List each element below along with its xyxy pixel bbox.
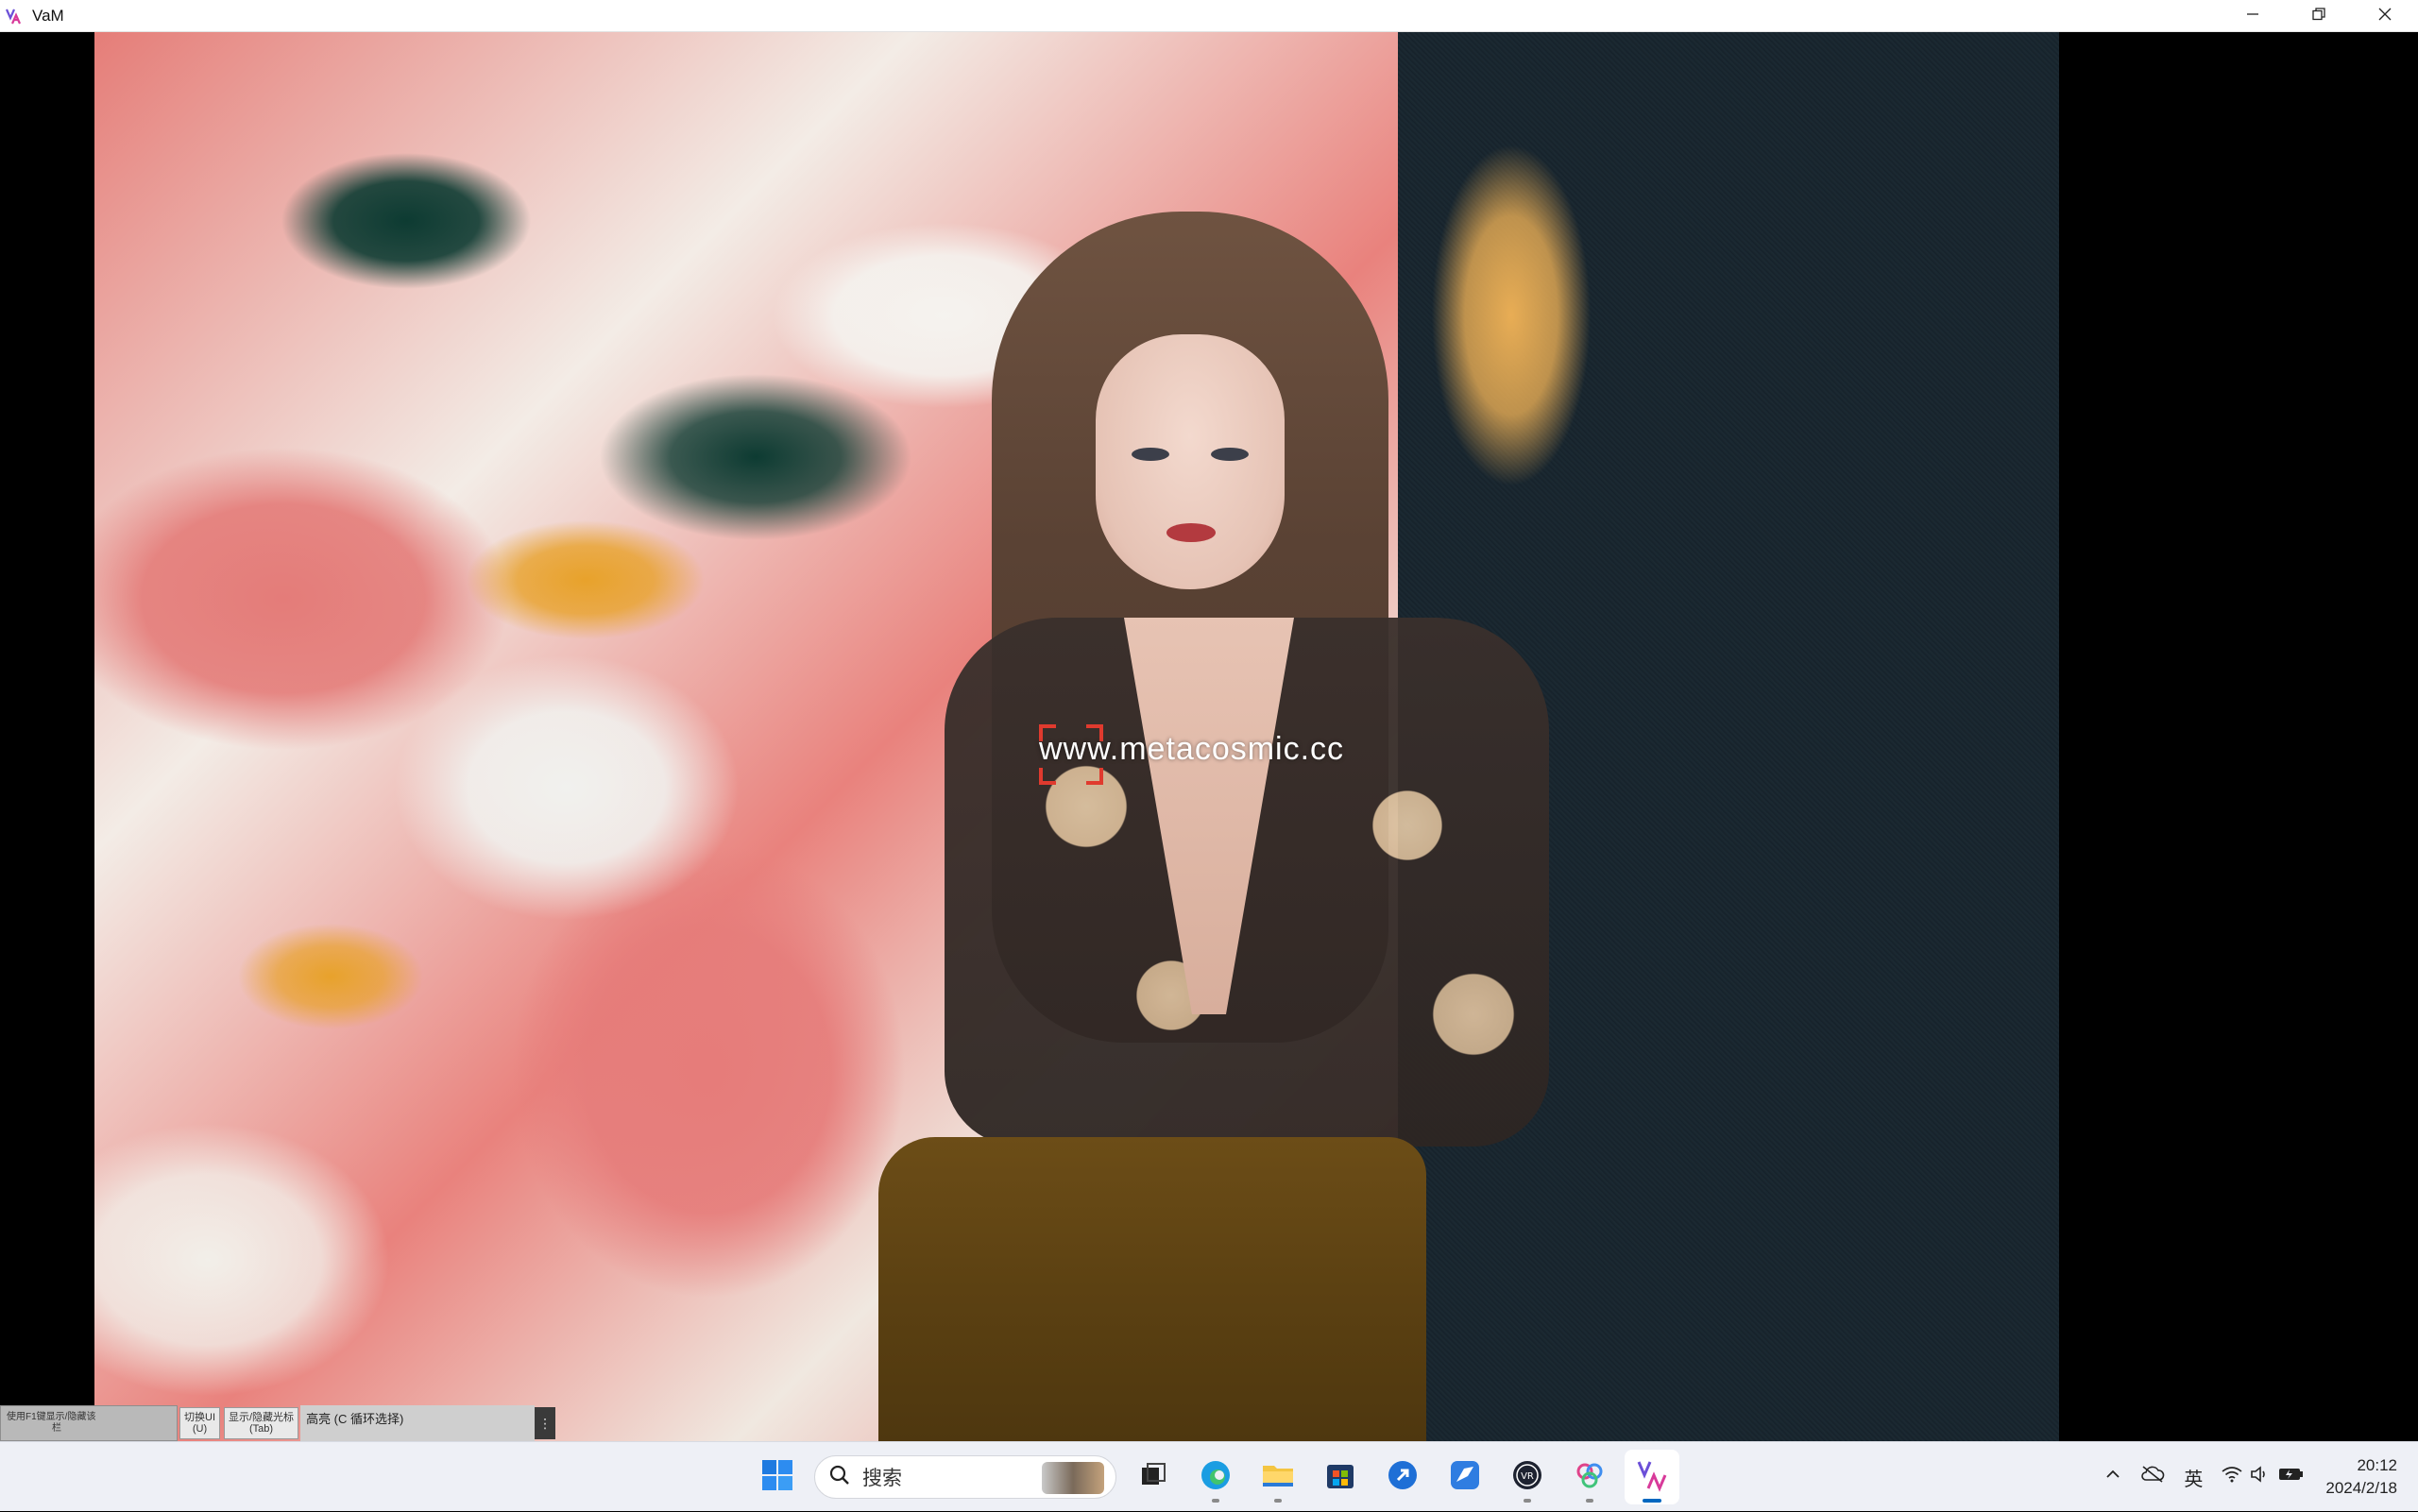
- clock-date: 2024/2/18: [2325, 1479, 2397, 1497]
- vr-app-button[interactable]: VR: [1500, 1450, 1555, 1504]
- more-options-button[interactable]: ⋮: [535, 1407, 556, 1439]
- task-view-button[interactable]: [1126, 1450, 1181, 1504]
- restore-icon: [2312, 7, 2325, 25]
- search-icon: [828, 1464, 851, 1491]
- wifi-icon: [2222, 1466, 2242, 1488]
- watermark-text: www.metacosmic.cc: [1039, 731, 1345, 767]
- toggle-ui-label: 切换UI: [184, 1412, 215, 1423]
- rings-app-icon: [1573, 1458, 1607, 1497]
- system-tray: 英 20:12 2024/2/18: [2095, 1442, 2418, 1512]
- running-indicator: [1524, 1499, 1531, 1503]
- folder-icon: [1261, 1460, 1295, 1495]
- running-indicator: [1212, 1499, 1219, 1503]
- task-view-icon: [1139, 1461, 1167, 1494]
- search-placeholder: 搜索: [862, 1468, 902, 1489]
- minimize-button[interactable]: [2220, 0, 2286, 32]
- store-icon: [1324, 1459, 1356, 1496]
- running-indicator: [1274, 1499, 1282, 1503]
- hint-main-line2: 栏: [52, 1423, 61, 1434]
- clock[interactable]: 20:12 2024/2/18: [2314, 1442, 2418, 1512]
- close-icon: [2378, 8, 2392, 25]
- taskbar-search[interactable]: 搜索: [814, 1455, 1116, 1499]
- clock-time: 20:12: [2357, 1456, 2397, 1474]
- minimize-icon: [2246, 8, 2259, 25]
- svg-text:VR: VR: [1521, 1471, 1534, 1482]
- vam-taskbar-button[interactable]: [1625, 1450, 1679, 1504]
- edge-taskbar-button[interactable]: [1188, 1450, 1243, 1504]
- show-hidden-icons-button[interactable]: [2095, 1442, 2131, 1512]
- restore-button[interactable]: [2286, 0, 2352, 32]
- onedrive-button[interactable]: [2131, 1442, 2174, 1512]
- search-highlight-image: [1042, 1462, 1104, 1494]
- window-controls: [2220, 0, 2418, 32]
- taskbar-apps: 搜索 VR: [746, 1442, 1683, 1512]
- lips: [1166, 523, 1216, 542]
- rings-app-button[interactable]: [1562, 1450, 1617, 1504]
- bird-app-icon: [1449, 1459, 1481, 1496]
- start-button[interactable]: [750, 1450, 805, 1504]
- hint-main-line1: 使用F1键显示/隐藏该: [7, 1412, 96, 1422]
- active-indicator: [1643, 1499, 1661, 1503]
- toggle-ui-button[interactable]: 切换UI (U): [179, 1407, 220, 1439]
- toggle-cursor-key: (Tab): [249, 1423, 274, 1435]
- battery-charging-icon: [2278, 1466, 2305, 1488]
- speaker-icon: [2250, 1465, 2271, 1489]
- title-bar: VaM: [0, 0, 2418, 32]
- file-explorer-button[interactable]: [1251, 1450, 1305, 1504]
- left-eye: [1132, 448, 1169, 461]
- cloud-offline-icon: [2140, 1465, 2165, 1489]
- edge-browser-icon: [1199, 1458, 1233, 1497]
- vam-logo-icon: [4, 6, 25, 26]
- hint-toggle-info: 使用F1键显示/隐藏该 栏: [0, 1405, 178, 1441]
- input-method-button[interactable]: 英: [2174, 1442, 2212, 1512]
- close-button[interactable]: [2352, 0, 2418, 32]
- leather-skirt: [878, 1137, 1426, 1441]
- volume-button[interactable]: [2246, 1442, 2274, 1512]
- window-title: VaM: [32, 6, 64, 25]
- scene-viewport[interactable]: www.metacosmic.cc: [0, 32, 2418, 1441]
- windows-start-icon: [761, 1459, 793, 1496]
- vr-icon: VR: [1511, 1459, 1543, 1496]
- right-eye: [1211, 448, 1249, 461]
- bird-app-button[interactable]: [1438, 1450, 1492, 1504]
- store-button[interactable]: [1313, 1450, 1368, 1504]
- taskbar: 搜索 VR 英 20:12 2024/2/18: [0, 1441, 2418, 1511]
- hint-bar: 使用F1键显示/隐藏该 栏 切换UI (U) 显示/隐藏光标 (Tab) 高亮 …: [0, 1405, 556, 1441]
- vam-icon: [1635, 1458, 1669, 1497]
- character-face: [1096, 334, 1285, 589]
- toggle-ui-key: (U): [192, 1423, 208, 1435]
- running-indicator: [1586, 1499, 1593, 1503]
- battery-button[interactable]: [2274, 1442, 2314, 1512]
- viewport-black-edge: [2059, 32, 2418, 1441]
- arrow-app-icon: [1387, 1459, 1419, 1496]
- toggle-cursor-button[interactable]: 显示/隐藏光标 (Tab): [224, 1407, 299, 1439]
- chevron-up-icon: [2104, 1466, 2121, 1488]
- character-model[interactable]: [878, 193, 1615, 1441]
- toggle-cursor-label: 显示/隐藏光标: [229, 1412, 295, 1423]
- arrow-app-button[interactable]: [1375, 1450, 1430, 1504]
- network-button[interactable]: [2212, 1442, 2246, 1512]
- highlight-hint: 高亮 (C 循环选择): [300, 1405, 536, 1441]
